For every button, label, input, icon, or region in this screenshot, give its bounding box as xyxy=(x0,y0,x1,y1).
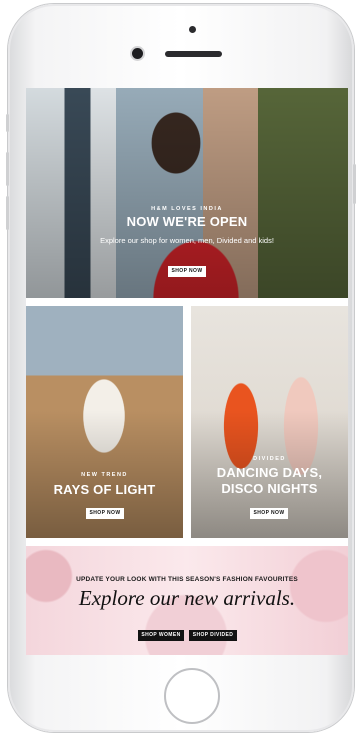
earpiece-speaker xyxy=(165,51,222,57)
tile-right-shop-now-button[interactable]: SHOP NOW xyxy=(250,508,288,519)
front-camera xyxy=(132,48,143,59)
sensor-dot xyxy=(189,26,196,33)
home-button[interactable] xyxy=(164,668,220,724)
volume-up-button xyxy=(6,152,9,186)
tile-left-shop-now-button[interactable]: SHOP NOW xyxy=(86,508,124,519)
tile-left-kicker: NEW TREND xyxy=(81,472,128,478)
volume-down-button xyxy=(6,196,9,230)
tile-dancing-days[interactable]: DIVIDED DANCING DAYS, DISCO NIGHTS SHOP … xyxy=(191,306,348,538)
phone-screen: H&M LOVES INDIA NOW WE'RE OPEN Explore o… xyxy=(26,88,348,655)
hero-headline: NOW WE'RE OPEN xyxy=(126,214,248,229)
tile-right-headline-2: DISCO NIGHTS xyxy=(221,481,318,496)
hero-shop-now-button[interactable]: SHOP NOW xyxy=(168,266,206,277)
tile-right-kicker: DIVIDED xyxy=(253,456,286,462)
tile-rays-of-light[interactable]: NEW TREND RAYS OF LIGHT SHOP NOW xyxy=(26,306,183,538)
new-arrivals-banner[interactable]: UPDATE YOUR LOOK WITH THIS SEASON'S FASH… xyxy=(26,546,348,655)
hero-subtext: Explore our shop for women, men, Divided… xyxy=(100,236,274,245)
tile-left-headline: RAYS OF LIGHT xyxy=(53,482,156,497)
hero-banner[interactable]: H&M LOVES INDIA NOW WE'RE OPEN Explore o… xyxy=(26,88,348,298)
tile-right-headline-1: DANCING DAYS, xyxy=(216,465,323,480)
shop-divided-button[interactable]: SHOP DIVIDED xyxy=(189,630,237,641)
tile-right-image xyxy=(191,306,348,538)
tile-left-image xyxy=(26,306,183,538)
banner-kicker: UPDATE YOUR LOOK WITH THIS SEASON'S FASH… xyxy=(76,576,298,583)
shop-women-button[interactable]: SHOP WOMEN xyxy=(138,630,184,641)
banner-title: Explore our new arrivals. xyxy=(78,586,296,610)
mute-switch xyxy=(6,114,9,132)
hero-kicker: H&M LOVES INDIA xyxy=(151,206,223,212)
power-button xyxy=(353,164,356,204)
